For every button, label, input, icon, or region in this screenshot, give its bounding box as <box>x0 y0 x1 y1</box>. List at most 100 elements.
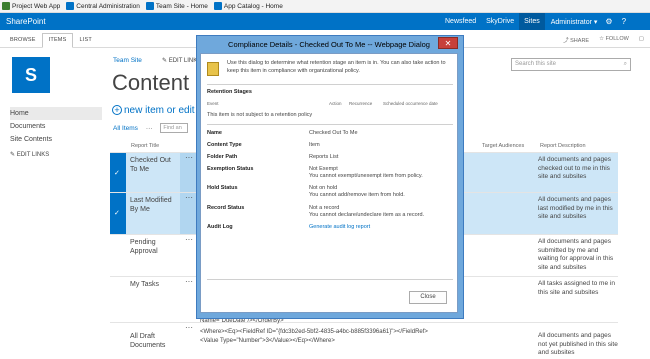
dialog-body: Use this dialog to determine what retent… <box>200 53 458 313</box>
favorite-app-catalog[interactable]: App Catalog - Home <box>213 2 283 10</box>
sharepoint-logo[interactable]: S <box>12 57 50 93</box>
divider <box>207 279 453 280</box>
row-title[interactable]: Checked Out To Me <box>130 156 178 174</box>
nav-item-home[interactable]: Home <box>10 107 102 120</box>
row-title[interactable]: My Tasks <box>130 280 178 289</box>
share-icon: ⤴ <box>563 38 569 44</box>
row-description: All documents and pages checked out to m… <box>538 156 611 180</box>
dialog-intro: Use this dialog to determine what retent… <box>227 60 446 74</box>
sharepoint-icon <box>145 2 154 10</box>
col-report-title[interactable]: Report Title <box>131 143 159 149</box>
col-report-description[interactable]: Report Description <box>540 143 586 149</box>
row-title[interactable]: Last Modified By Me <box>130 196 178 214</box>
close-icon[interactable]: ✕ <box>438 37 458 49</box>
follow-button[interactable]: ☆ FOLLOW <box>599 36 629 44</box>
search-input[interactable]: Search this site ⌕ <box>511 58 631 71</box>
share-button[interactable]: ⤴ SHARE <box>563 36 589 44</box>
suite-link-sites[interactable]: Sites <box>519 13 545 30</box>
prop-label-folder-path: Folder Path <box>207 154 238 160</box>
suite-bar: SharePoint Newsfeed SkyDrive Sites Admin… <box>0 13 650 30</box>
record-note: You cannot declare/undeclare item as a r… <box>309 212 425 218</box>
row-select[interactable]: ✓ <box>110 153 126 192</box>
row-title[interactable]: All Draft Documents <box>130 332 178 350</box>
share-label: SHARE <box>570 38 590 44</box>
view-all-items[interactable]: All Items <box>113 125 138 132</box>
suite-link-newsfeed[interactable]: Newsfeed <box>440 13 481 30</box>
row-select[interactable] <box>110 323 126 359</box>
search-icon[interactable]: ⌕ <box>624 61 627 68</box>
favorite-label: Project Web App <box>12 2 61 10</box>
user-menu[interactable]: Administrator ▾ <box>551 18 598 26</box>
prop-label-name: Name <box>207 130 222 136</box>
sharepoint-icon <box>213 2 222 10</box>
prop-value-name: Checked Out To Me <box>309 130 358 136</box>
star-icon: ☆ <box>599 36 605 42</box>
brand-label[interactable]: SharePoint <box>0 17 440 26</box>
find-item-input[interactable]: Find an <box>160 123 189 133</box>
checkmark-icon: ✓ <box>114 210 120 217</box>
favorite-label: App Catalog - Home <box>223 2 283 10</box>
breadcrumb[interactable]: Team Site <box>113 57 142 64</box>
favorite-team-site[interactable]: Team Site - Home <box>145 2 208 10</box>
row-select[interactable] <box>110 235 126 276</box>
query-code-line: <Where><Eq><FieldRef ID="{fdc3b2ed-5bf2-… <box>200 329 428 344</box>
generate-audit-log-link[interactable]: Generate audit log report <box>309 224 454 231</box>
help-icon[interactable]: ? <box>622 17 626 26</box>
favorite-label: Central Administration <box>76 2 140 10</box>
stage-note: This item is not subject to a retention … <box>207 112 313 118</box>
compliance-icon <box>207 62 219 76</box>
favorite-label: Team Site - Home <box>155 2 208 10</box>
favorite-central-admin[interactable]: Central Administration <box>66 2 140 10</box>
divider <box>207 84 453 85</box>
nav-item-site-contents[interactable]: Site Contents <box>10 133 102 146</box>
nav-item-documents[interactable]: Documents <box>10 120 102 133</box>
row-select[interactable]: ✓ <box>110 193 126 234</box>
prop-value-folder-path: Reports List <box>309 154 339 160</box>
exemption-value: Not Exempt <box>309 166 338 172</box>
stage-col-action: Action <box>329 101 342 106</box>
stage-col-recurrence: Recurrence <box>349 101 373 106</box>
favorites-bar: Project Web App Central Administration T… <box>0 0 650 13</box>
tab-items[interactable]: ITEMS <box>41 33 74 48</box>
tab-list[interactable]: LIST <box>73 37 97 47</box>
new-item-link[interactable]: + new item or edit t <box>112 105 200 116</box>
plus-icon: + <box>112 105 122 115</box>
record-value: Not a record <box>309 205 340 211</box>
row-title[interactable]: Pending Approval <box>130 238 178 256</box>
tab-browse[interactable]: BROWSE <box>4 37 42 47</box>
sharepoint-icon <box>66 2 75 10</box>
pencil-icon: ✎ <box>10 152 16 158</box>
row-description: All documents and pages not yet publishe… <box>538 332 618 356</box>
ribbon-actions: ⤴ SHARE ☆ FOLLOW ▢ <box>563 36 644 44</box>
gear-icon[interactable]: ⚙ <box>605 17 612 26</box>
row-description: All documents and pages last modified by… <box>538 196 613 220</box>
prop-label-hold: Hold Status <box>207 185 238 191</box>
edit-links-label: EDIT LINKS <box>16 152 50 158</box>
prop-value-hold: Not on hold You cannot add/remove item fr… <box>309 185 454 199</box>
compliance-dialog: Compliance Details - Checked Out To Me -… <box>196 35 464 319</box>
focus-icon[interactable]: ▢ <box>639 36 644 44</box>
retention-heading: Retention Stages <box>207 89 252 95</box>
divider <box>207 124 453 125</box>
row-select[interactable] <box>110 277 126 322</box>
search-placeholder: Search this site <box>515 61 557 67</box>
prop-label-audit-log: Audit Log <box>207 224 233 230</box>
hold-value: Not on hold <box>309 185 338 191</box>
stage-col-date: Scheduled occurrence date <box>383 101 438 106</box>
view-more-button[interactable]: ··· <box>146 125 153 132</box>
row-menu-button[interactable]: ··· <box>180 323 198 359</box>
edit-links-nav[interactable]: ✎ EDIT LINKS <box>10 151 102 158</box>
pencil-icon: ✎ <box>162 58 168 64</box>
stage-col-event: Event <box>207 101 219 106</box>
new-item-label: new item or edit t <box>124 105 201 116</box>
dialog-title: Compliance Details - Checked Out To Me -… <box>228 39 430 49</box>
col-target-audiences[interactable]: Target Audiences <box>482 143 524 149</box>
suite-link-skydrive[interactable]: SkyDrive <box>481 13 519 30</box>
row-description: All tasks assigned to me in this site an… <box>538 280 615 296</box>
prop-label-exemption: Exemption Status <box>207 166 254 172</box>
view-selector: All Items ··· Find an <box>113 123 189 133</box>
exemption-note: You cannot exempt/unexempt item from pol… <box>309 173 423 179</box>
close-button[interactable]: Close <box>409 291 447 304</box>
prop-label-record: Record Status <box>207 205 245 211</box>
favorite-project-web-app[interactable]: Project Web App <box>2 2 60 10</box>
